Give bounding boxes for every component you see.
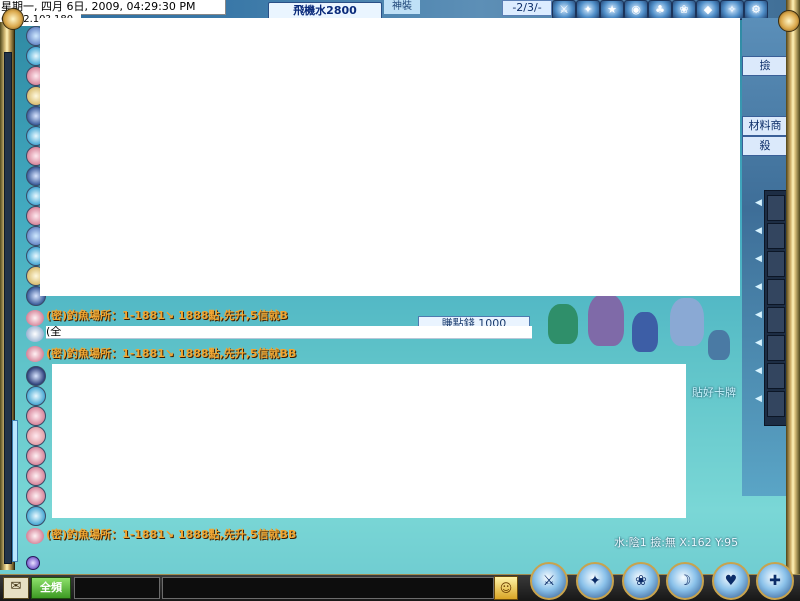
chat-avatar — [26, 310, 44, 326]
chat-target-field[interactable] — [74, 577, 160, 599]
right-tab-3[interactable]: 殺 — [742, 136, 788, 156]
chat-message: (密)釣魚場所：1-1881↘ 1888點,先升,5信就BB — [46, 347, 297, 360]
slot-arrow-icon[interactable]: ◀ — [755, 198, 764, 208]
chat-avatar — [26, 528, 44, 544]
sword-icon[interactable]: ⚔ — [552, 0, 576, 20]
chat-message: (密)釣魚場所：1-1881↘ 1888點,先升,5信就BB — [46, 528, 297, 541]
party-icon[interactable]: ♣ — [648, 0, 672, 20]
skill-orb-icon[interactable]: ☽ — [666, 562, 704, 600]
blank-panel-middle — [52, 364, 686, 518]
quick-slot[interactable] — [767, 391, 785, 417]
slot-arrow-icon[interactable]: ◀ — [755, 366, 764, 376]
skill-orb-icon[interactable]: ❀ — [622, 562, 660, 600]
magic-icon[interactable]: ✧ — [720, 0, 744, 20]
corner-gem-icon — [2, 8, 24, 30]
star-icon[interactable]: ★ — [600, 0, 624, 20]
channel-label: 神裝 — [384, 0, 420, 14]
slot-arrow-icon[interactable]: ◀ — [755, 226, 764, 236]
skill-orb-icon[interactable]: ♥ — [712, 562, 750, 600]
avatar[interactable] — [26, 366, 46, 386]
slot-arrow-icon[interactable]: ◀ — [755, 254, 764, 264]
avatar[interactable] — [26, 466, 46, 486]
chat-message-field[interactable] — [162, 577, 494, 599]
chat-message: (密)釣魚場所：1-1881↘ 1888點,先升,5信就B — [46, 309, 288, 322]
quick-slot[interactable] — [767, 223, 785, 249]
slot-arrow-icon[interactable]: ◀ — [755, 282, 764, 292]
player-character[interactable] — [670, 298, 704, 346]
settings-icon[interactable]: ⚙ — [744, 0, 768, 20]
avatar[interactable] — [26, 506, 46, 526]
skill-orb-icon[interactable]: ✦ — [576, 562, 614, 600]
blank-panel-top — [40, 18, 740, 296]
avatar[interactable] — [26, 426, 46, 446]
chat-input[interactable]: (全 — [46, 326, 532, 339]
envelope-icon[interactable]: ✉ — [3, 577, 29, 599]
right-tab-2[interactable]: 材料商 — [742, 116, 788, 136]
quick-slot-column — [764, 190, 788, 426]
right-frame-rail — [786, 0, 800, 600]
quick-slot[interactable] — [767, 195, 785, 221]
avatar[interactable] — [26, 386, 46, 406]
quick-slot[interactable] — [767, 307, 785, 333]
item-icon[interactable]: ◆ — [696, 0, 720, 20]
eye-icon[interactable]: ◉ — [624, 0, 648, 20]
npc-name-label: 貼好卡牌 — [692, 386, 736, 399]
chat-scrollbar-thumb[interactable] — [12, 420, 18, 562]
wing-icon[interactable]: ✦ — [576, 0, 600, 20]
slot-arrow-icon[interactable]: ◀ — [755, 310, 764, 320]
player-character[interactable] — [632, 312, 658, 352]
chat-avatar — [26, 326, 44, 342]
player-character[interactable] — [588, 294, 624, 346]
corner-gem-icon — [778, 10, 800, 32]
pet-icon[interactable]: ❀ — [672, 0, 696, 20]
quick-slot[interactable] — [767, 279, 785, 305]
quick-slot[interactable] — [767, 335, 785, 361]
avatar[interactable] — [26, 406, 46, 426]
quick-slot[interactable] — [767, 251, 785, 277]
left-rail-track — [4, 52, 12, 564]
chat-avatar — [26, 346, 44, 362]
avatar[interactable] — [26, 486, 46, 506]
slot-arrow-icon[interactable]: ◀ — [755, 394, 764, 404]
scroll-down-icon[interactable] — [26, 556, 40, 570]
player-character[interactable] — [708, 330, 730, 360]
avatar[interactable] — [26, 446, 46, 466]
right-tab-1[interactable]: 撿 — [742, 56, 788, 76]
player-character[interactable] — [548, 304, 578, 344]
skill-orb-icon[interactable]: ⚔ — [530, 562, 568, 600]
quick-slot[interactable] — [767, 363, 785, 389]
datetime-display: 星期一, 四月 6日, 2009, 04:29:30 PM — [0, 0, 226, 15]
chat-channel-button[interactable]: 全頻 — [31, 577, 71, 599]
skill-orb-icon[interactable]: ✚ — [756, 562, 794, 600]
emote-icon[interactable]: ☺ — [494, 576, 518, 600]
slot-arrow-icon[interactable]: ◀ — [755, 338, 764, 348]
page-indicator[interactable]: -2/3/- — [502, 0, 552, 16]
position-status: 水:陰1 撿:無 X:162 Y:95 — [614, 536, 739, 549]
